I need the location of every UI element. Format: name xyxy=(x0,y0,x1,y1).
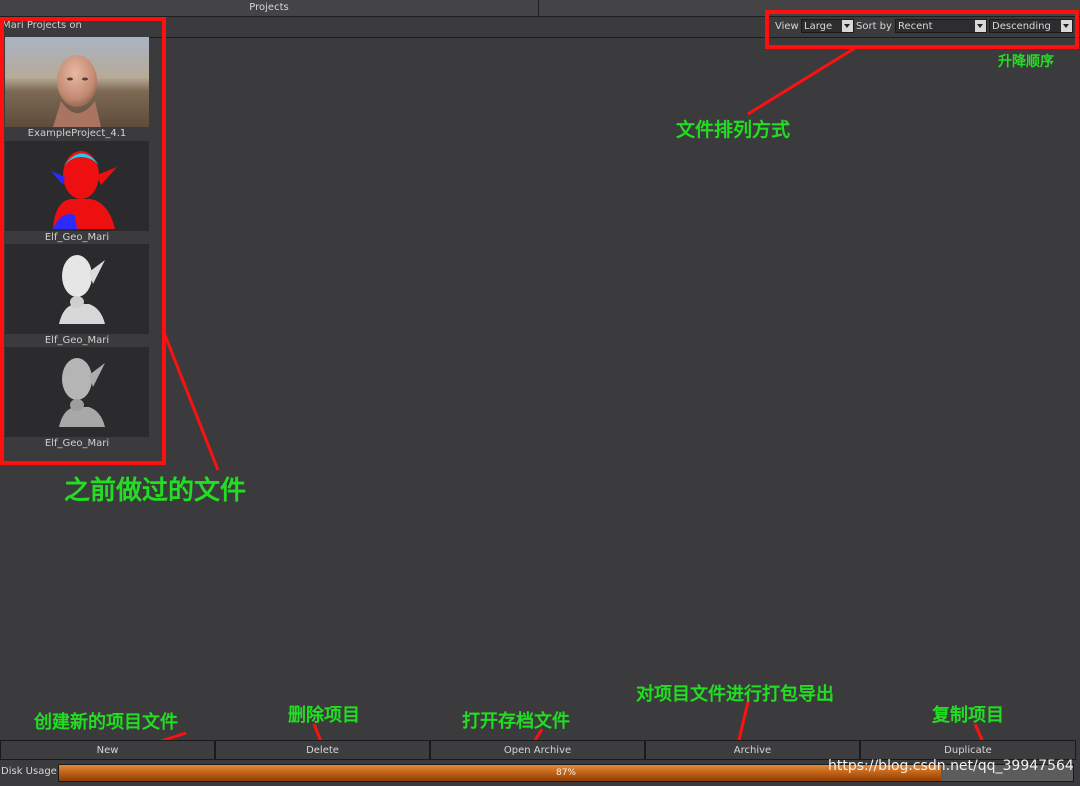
new-button[interactable]: New xyxy=(0,740,215,760)
annotation-sort-method: 文件排列方式 xyxy=(676,119,791,141)
watermark: https://blog.csdn.net/qq_39947564 xyxy=(828,758,1074,774)
annotation-duplicate: 复制项目 xyxy=(932,705,1004,726)
leader-line xyxy=(161,329,220,471)
annotation-leaders xyxy=(151,46,985,746)
delete-button[interactable]: Delete xyxy=(215,740,430,760)
duplicate-button[interactable]: Duplicate xyxy=(860,740,1076,760)
open-archive-button[interactable]: Open Archive xyxy=(430,740,645,760)
leader-line xyxy=(737,701,750,741)
archive-button[interactable]: Archive xyxy=(645,740,860,760)
leader-line xyxy=(747,46,856,116)
annotation-previous-files: 之前做过的文件 xyxy=(64,476,247,506)
annotation-archive: 对项目文件进行打包导出 xyxy=(636,684,834,705)
disk-usage-label: Disk Usage xyxy=(1,766,57,777)
annotation-order: 升降顺序 xyxy=(998,54,1054,70)
annotation-open-archive: 打开存档文件 xyxy=(462,711,570,732)
annotation-delete: 删除项目 xyxy=(288,705,360,726)
annotation-new: 创建新的项目文件 xyxy=(34,712,178,733)
